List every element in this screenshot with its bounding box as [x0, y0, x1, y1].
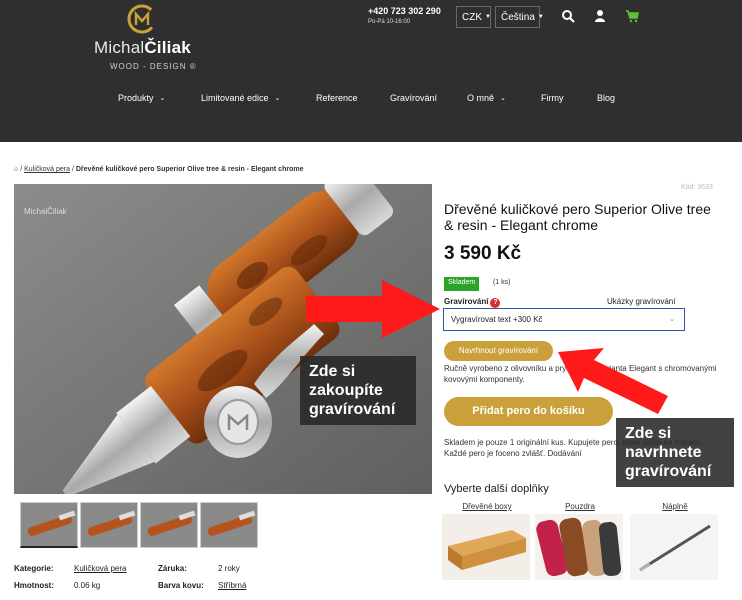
image-watermark: MichalČiliak	[24, 207, 67, 216]
refill-image[interactable]	[630, 514, 718, 580]
nav-label: Gravírování	[390, 93, 438, 103]
nav-label: Limitované edice	[201, 93, 269, 103]
cart-icon[interactable]	[625, 9, 639, 23]
breadcrumb: ⌂ / Kuličková pera / Dřevěné kuličkové p…	[14, 166, 303, 173]
param-row-warranty: Záruka:	[158, 564, 187, 573]
logo-first-name: Michal	[94, 38, 145, 57]
phone-number[interactable]: +420 723 302 290	[368, 6, 441, 16]
accessory-cases[interactable]: Pouzdra	[535, 502, 625, 580]
chevron-down-icon: ⌄	[500, 95, 506, 102]
accessory-label[interactable]: Náplně	[630, 502, 720, 511]
breadcrumb-separator: /	[20, 166, 23, 173]
nav-label: Firmy	[541, 93, 564, 103]
chevron-down-icon: ⌄	[274, 95, 281, 102]
pen-case-image[interactable]	[535, 514, 623, 580]
nav-label: Reference	[316, 93, 358, 103]
param-key: Hmotnost:	[14, 581, 54, 590]
wooden-box-image[interactable]	[442, 514, 530, 580]
chevron-down-icon: ▼	[537, 14, 544, 20]
nav-limitovane-edice[interactable]: Limitované edice ⌄	[201, 93, 280, 103]
param-value: 0.06 kg	[74, 581, 101, 590]
product-price: 3 590 Kč	[444, 243, 522, 264]
red-arrow-right	[306, 280, 440, 338]
language-select[interactable]: Čeština ▼	[495, 6, 544, 28]
nav-o-mne[interactable]: O mně ⌄	[467, 93, 506, 103]
logo-last-name: Čiliak	[144, 38, 191, 57]
home-icon[interactable]: ⌂	[14, 166, 18, 173]
param-value-weight: 0.06 kg	[74, 581, 100, 590]
param-value-category[interactable]: Kuličková pera	[74, 564, 126, 573]
annotation-buy-engraving: Zde si zakoupíte gravírování	[300, 356, 416, 425]
param-value-warranty: 2 roky	[218, 564, 240, 573]
stock-quantity: (1 ks)	[493, 279, 511, 286]
thumbnail-4[interactable]	[200, 502, 258, 548]
logo-wordmark[interactable]: MichalČiliak	[94, 38, 191, 58]
stock-badge: Skladem	[444, 277, 480, 291]
breadcrumb-separator: /	[71, 166, 74, 173]
thumbnail-3[interactable]	[140, 502, 198, 548]
breadcrumb-category-link[interactable]: Kuličková pera	[24, 166, 70, 173]
engraving-label-text: Gravírování	[444, 297, 489, 306]
param-row-category: Kategorie:	[14, 564, 54, 573]
site-header: MichalČiliak WOOD - DESIGN ® +420 723 30…	[0, 0, 742, 142]
nav-label: O mně	[467, 93, 495, 103]
param-row-weight: Hmotnost:	[14, 581, 54, 590]
param-key: Kategorie:	[14, 564, 54, 573]
user-icon[interactable]	[593, 9, 607, 23]
engraving-select-value: Vygravírovat text +300 Kč	[451, 315, 543, 324]
logo-subtitle: WOOD - DESIGN ®	[110, 62, 197, 71]
chevron-down-icon: ⌄	[159, 95, 166, 102]
annotation-design-engraving: Zde si navrhnete gravírování	[616, 418, 734, 487]
param-value[interactable]: Kuličková pera	[74, 564, 126, 573]
currency-select[interactable]: CZK ▼	[456, 6, 491, 28]
product-title: Dřevěné kuličkové pero Superior Olive tr…	[444, 201, 711, 233]
nav-label: Blog	[597, 93, 616, 103]
chevron-down-icon: ⌄	[669, 316, 675, 323]
thumbnail-strip	[20, 502, 258, 548]
param-value: 2 roky	[218, 564, 240, 573]
nav-gravirovani[interactable]: Gravírování	[390, 93, 437, 103]
search-icon[interactable]	[561, 9, 575, 23]
chevron-down-icon: ▼	[485, 14, 491, 20]
engraving-label: Gravírování?	[444, 297, 501, 308]
red-arrow-diagonal	[558, 348, 668, 414]
nav-firmy[interactable]: Firmy	[541, 93, 564, 103]
accessory-refills[interactable]: Náplně	[630, 502, 720, 580]
param-value[interactable]: Stříbrná	[218, 581, 246, 590]
thumbnail-1[interactable]	[20, 502, 78, 548]
breadcrumb-current: Dřevěné kuličkové pero Superior Olive tr…	[75, 166, 304, 173]
nav-produkty[interactable]: Produkty ⌄	[118, 93, 165, 103]
help-icon[interactable]: ?	[490, 298, 501, 308]
more-accessories-heading: Vyberte další doplňky	[444, 483, 549, 495]
opening-hours: Po-Pá 10-16:00	[368, 19, 411, 25]
product-code: Kód: 3633	[681, 184, 713, 191]
engraving-select[interactable]: Vygravírovat text +300 Kč ⌄	[443, 308, 685, 331]
param-key: Záruka:	[158, 564, 187, 573]
engraving-samples-link[interactable]: Ukázky gravírování	[607, 297, 675, 306]
param-value-metal-color[interactable]: Stříbrná	[218, 581, 246, 590]
nav-blog[interactable]: Blog	[597, 93, 615, 103]
accessory-label[interactable]: Dřevěné boxy	[442, 502, 532, 511]
nav-label: Produkty	[118, 93, 154, 103]
language-value: Čeština	[501, 11, 535, 23]
param-key: Barva kovu:	[158, 581, 204, 590]
accessory-label[interactable]: Pouzdra	[535, 502, 625, 511]
thumbnail-2[interactable]	[80, 502, 138, 548]
accessory-wooden-boxes[interactable]: Dřevěné boxy	[442, 502, 532, 580]
logo-icon[interactable]	[126, 3, 158, 35]
param-row-metal-color: Barva kovu:	[158, 581, 204, 590]
currency-value: CZK	[462, 11, 482, 23]
nav-reference[interactable]: Reference	[316, 93, 358, 103]
design-engraving-button[interactable]: Navrhnout gravírování	[444, 341, 553, 361]
